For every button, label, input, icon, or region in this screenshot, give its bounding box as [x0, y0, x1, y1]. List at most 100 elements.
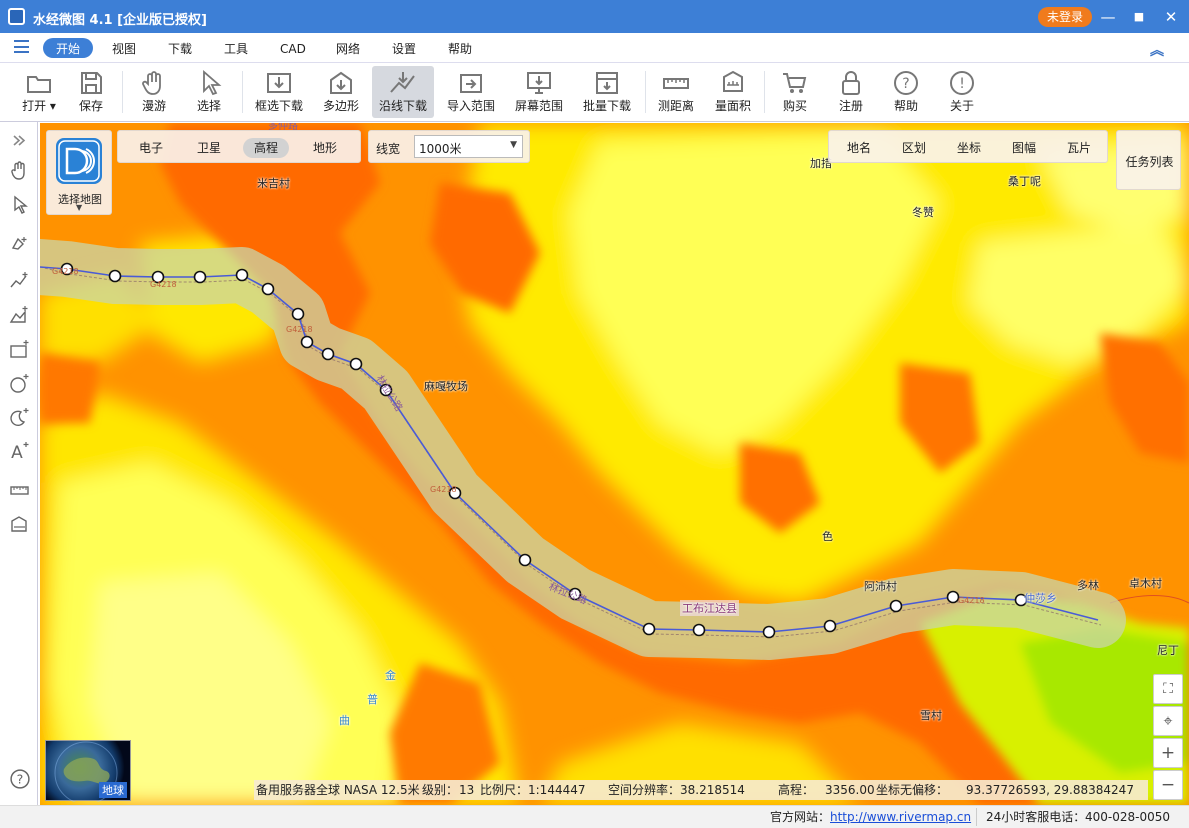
- import-range-button[interactable]: 导入范围: [443, 66, 499, 118]
- overlay-tiles[interactable]: 瓦片: [1067, 138, 1091, 158]
- collapse-ribbon-icon[interactable]: ︽: [1150, 40, 1164, 60]
- task-list-button[interactable]: 任务列表: [1116, 130, 1181, 190]
- line-width-select[interactable]: 1000米 ▼: [414, 135, 523, 158]
- line-download-button[interactable]: 沿线下载: [372, 66, 434, 118]
- import-range-label: 导入范围: [446, 99, 495, 113]
- batch-download-icon: [596, 72, 618, 94]
- route-vertex[interactable]: [349, 357, 363, 371]
- status-elevation: 3356.00: [825, 783, 875, 797]
- menu-download[interactable]: 下载: [168, 39, 192, 59]
- route-vertex[interactable]: [321, 347, 335, 361]
- route-vertex[interactable]: [762, 625, 776, 639]
- box-download-button[interactable]: 框选下载: [250, 66, 308, 118]
- help-button[interactable]: ? 帮助: [886, 66, 926, 118]
- add-text-icon[interactable]: A: [9, 440, 30, 461]
- line-download-icon: [390, 72, 415, 93]
- route-vertex[interactable]: [823, 619, 837, 633]
- route-vertex[interactable]: [108, 269, 122, 283]
- place-label-pu: 普: [367, 693, 378, 706]
- menu-help[interactable]: 帮助: [448, 39, 472, 59]
- measure-area-button[interactable]: 量面积: [710, 66, 756, 118]
- register-button[interactable]: 注册: [831, 66, 871, 118]
- draw-circle-icon[interactable]: [9, 373, 30, 394]
- help-circle-icon[interactable]: ?: [9, 768, 31, 790]
- menu-view[interactable]: 视图: [112, 39, 136, 59]
- route-vertex[interactable]: [291, 307, 305, 321]
- import-icon: [460, 74, 482, 93]
- map-type-electronic[interactable]: 电子: [128, 138, 174, 158]
- locate-target-icon[interactable]: ⌖: [1153, 706, 1183, 736]
- globe-switch[interactable]: 地球: [45, 740, 131, 802]
- draw-point-icon[interactable]: [9, 234, 30, 255]
- select-button[interactable]: 选择: [188, 66, 230, 118]
- status-resolution-label: 空间分辨率：: [608, 783, 681, 797]
- polygon-button[interactable]: 多边形: [316, 66, 366, 118]
- svg-text:A: A: [11, 443, 23, 461]
- route-vertex[interactable]: [193, 270, 207, 284]
- measure-area-side-icon[interactable]: [9, 514, 30, 535]
- open-button[interactable]: 打开 ▾: [16, 66, 62, 118]
- overlay-map-sheets[interactable]: 图幅: [1012, 138, 1036, 158]
- pan-hand-icon[interactable]: [9, 160, 30, 181]
- overlay-coordinates[interactable]: 坐标: [957, 138, 981, 158]
- route-vertex[interactable]: [300, 335, 314, 349]
- measure-ruler-icon[interactable]: [9, 480, 30, 501]
- svg-text:!: !: [959, 76, 965, 92]
- toolbar-separator: [645, 71, 646, 113]
- map-type-elevation[interactable]: 高程: [243, 138, 290, 158]
- route-vertex[interactable]: [642, 622, 656, 636]
- about-button[interactable]: ! 关于: [942, 66, 982, 118]
- menu-settings[interactable]: 设置: [392, 39, 416, 59]
- map-type-terrain[interactable]: 地形: [302, 138, 348, 158]
- zoom-out-button[interactable]: −: [1153, 770, 1183, 800]
- expand-panel-icon[interactable]: [9, 130, 30, 151]
- map-view[interactable]: G4218 G4218 G4218 G4218 G4218 林拉公路 林拉公路 …: [40, 123, 1189, 805]
- maximize-button[interactable]: ■: [1128, 6, 1150, 28]
- measure-distance-button[interactable]: 测距离: [653, 66, 699, 118]
- route-vertex[interactable]: [518, 553, 532, 567]
- website-link[interactable]: http://www.rivermap.cn: [830, 806, 971, 828]
- overlay-place-names[interactable]: 地名: [847, 138, 871, 158]
- login-button[interactable]: 未登录: [1038, 7, 1093, 27]
- hotline-label: 24小时客服电话：: [986, 810, 1086, 824]
- menu-cad[interactable]: CAD: [280, 39, 306, 59]
- draw-sector-icon[interactable]: [9, 407, 30, 428]
- route-vertex[interactable]: [235, 268, 249, 282]
- line-width-control: 线宽 1000米 ▼: [368, 130, 530, 163]
- buy-button[interactable]: 购买: [775, 66, 815, 118]
- overlay-divisions[interactable]: 区划: [902, 138, 926, 158]
- road-label-g4218-2: G4218: [150, 280, 177, 289]
- select-arrow-icon[interactable]: [9, 194, 30, 215]
- help-label: 帮助: [893, 99, 918, 113]
- save-icon: [81, 72, 102, 94]
- status-level: 13: [459, 783, 475, 797]
- route-vertex[interactable]: [261, 282, 275, 296]
- menu-network[interactable]: 网络: [336, 39, 360, 59]
- menu-start[interactable]: 开始: [56, 39, 80, 59]
- draw-line-icon[interactable]: [9, 270, 30, 291]
- draw-rectangle-icon[interactable]: [9, 339, 30, 360]
- screen-range-button[interactable]: 屏幕范围: [510, 66, 568, 118]
- route-vertex[interactable]: [946, 590, 960, 604]
- elevation-map-layer: G4218 G4218 G4218 G4218 G4218 林拉公路 林拉公路 …: [40, 123, 1189, 805]
- close-button[interactable]: ✕: [1160, 6, 1182, 28]
- hamburger-menu-icon[interactable]: [14, 40, 29, 53]
- place-label-se: 色: [822, 530, 833, 543]
- box-download-icon: [267, 73, 291, 93]
- zoom-in-button[interactable]: +: [1153, 738, 1183, 768]
- select-map-widget[interactable]: 选择地图 ▼: [46, 130, 112, 215]
- fullscreen-extent-icon[interactable]: ⛶: [1153, 674, 1183, 704]
- place-label-zhongshaxiang: 仲莎乡: [1024, 592, 1057, 605]
- place-label-magamuchang: 麻嘎牧场: [424, 380, 468, 393]
- save-button[interactable]: 保存: [70, 66, 112, 118]
- map-type-satellite[interactable]: 卫星: [186, 138, 232, 158]
- roam-button[interactable]: 漫游: [133, 66, 175, 118]
- footer-divider: [976, 808, 977, 826]
- minimize-button[interactable]: —: [1097, 6, 1119, 28]
- route-vertex[interactable]: [889, 599, 903, 613]
- draw-polygon-icon[interactable]: [9, 305, 30, 326]
- route-vertex[interactable]: [692, 623, 706, 637]
- batch-download-button[interactable]: 批量下载: [578, 66, 636, 118]
- menu-tools[interactable]: 工具: [224, 39, 248, 59]
- road-label-g4218-3: G4218: [286, 325, 313, 334]
